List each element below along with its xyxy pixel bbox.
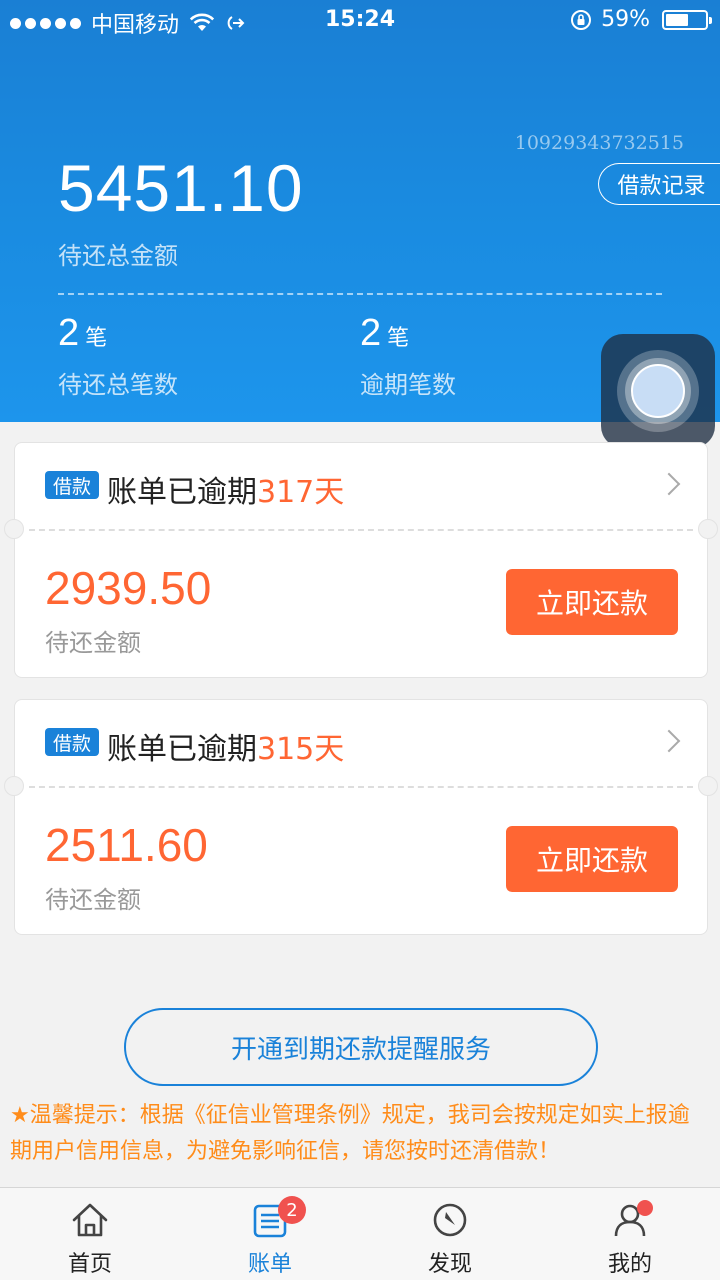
ticket-notch (4, 519, 24, 539)
notification-dot (637, 1200, 653, 1216)
bill-status-text: 账单已逾期 (107, 475, 257, 510)
bill-card-header[interactable]: 借款 账单已逾期315天 (15, 700, 707, 786)
stat-overdue-count: 2笔 逾期笔数 (360, 312, 456, 400)
battery-fill (666, 13, 688, 26)
bill-status-text: 账单已逾期 (107, 732, 257, 767)
card-divider (29, 786, 693, 788)
due-reminder-button[interactable]: 开通到期还款提醒服务 (124, 1008, 598, 1086)
ticket-notch (698, 519, 718, 539)
bill-status-title: 账单已逾期315天 (107, 724, 344, 768)
ticket-notch (698, 776, 718, 796)
tab-label: 我的 (607, 1252, 652, 1277)
repay-now-button[interactable]: 立即还款 (506, 826, 678, 892)
bill-card[interactable]: 借款 账单已逾期317天 2939.50 待还金额 立即还款 (4, 442, 718, 678)
assistive-touch-button[interactable] (601, 334, 715, 448)
battery-icon (662, 9, 712, 30)
bill-card-header[interactable]: 借款 账单已逾期317天 (15, 443, 707, 529)
bill-card[interactable]: 借款 账单已逾期315天 2511.60 待还金额 立即还款 (4, 699, 718, 935)
tab-bill[interactable]: 2 账单 (180, 1188, 360, 1280)
stat-unit: 笔 (85, 326, 108, 351)
home-icon (72, 1203, 108, 1237)
account-number: 10929343732515 (514, 132, 684, 154)
repay-now-button[interactable]: 立即还款 (506, 569, 678, 635)
loan-tag: 借款 (45, 728, 100, 756)
chevron-right-icon (657, 472, 681, 496)
bill-amount: 2511.60 (45, 819, 208, 871)
ticket-notch (4, 776, 24, 796)
stat-unit: 笔 (387, 326, 410, 351)
overdue-days: 317天 (257, 475, 345, 510)
bill-amount-label: 待还金额 (45, 886, 141, 914)
tab-mine[interactable]: 我的 (540, 1188, 720, 1280)
total-amount-label: 待还总金额 (58, 242, 178, 270)
bill-amount-label: 待还金额 (45, 629, 141, 657)
loan-record-button[interactable]: 借款记录 (598, 163, 720, 205)
compass-icon (433, 1203, 467, 1237)
stat-label: 逾期笔数 (360, 371, 456, 399)
total-amount-value: 5451.10 (58, 151, 304, 225)
overdue-days: 315天 (257, 732, 345, 767)
chevron-right-icon (657, 729, 681, 753)
rotation-lock-icon (571, 9, 592, 30)
tab-label: 首页 (67, 1252, 112, 1277)
tab-label: 发现 (427, 1252, 472, 1277)
card-divider (29, 529, 693, 531)
assistive-touch-icon (631, 364, 685, 418)
tab-home[interactable]: 首页 (0, 1188, 180, 1280)
header-divider (58, 293, 662, 295)
stat-label: 待还总笔数 (58, 371, 178, 399)
tab-label: 账单 (247, 1252, 292, 1277)
stat-total-count: 2笔 待还总笔数 (58, 312, 178, 400)
status-bar: 中国移动 15:24 59% (0, 0, 720, 40)
bill-status-title: 账单已逾期317天 (107, 467, 344, 511)
loan-tag: 借款 (45, 471, 100, 499)
bill-amount: 2939.50 (45, 562, 212, 614)
battery-percent: 59% (601, 7, 650, 32)
tab-discover[interactable]: 发现 (360, 1188, 540, 1280)
status-right: 59% (569, 7, 712, 32)
tab-bar: 首页 2 账单 发现 我的 (0, 1187, 720, 1280)
stat-value: 2 (58, 312, 80, 354)
stat-value: 2 (360, 312, 382, 354)
bill-badge: 2 (278, 1196, 306, 1224)
credit-notice: ★温馨提示：根据《征信业管理条例》规定，我司会按规定如实上报逾期用户信用信息，为… (10, 1103, 690, 1164)
